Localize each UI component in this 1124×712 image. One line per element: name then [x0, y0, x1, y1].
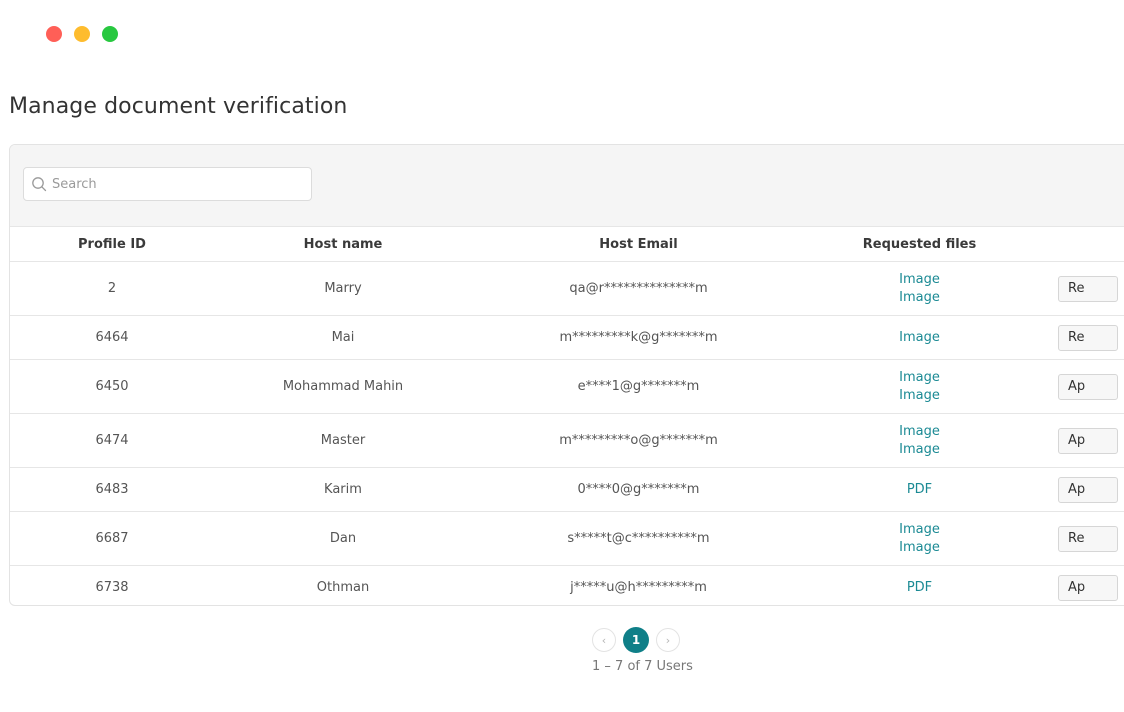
profile-id-cell: 6483	[10, 467, 214, 512]
verification-table: Profile ID Host name Host Email Requeste…	[10, 227, 1124, 606]
action-cell: Ap	[1034, 413, 1124, 468]
profile-id-cell: 6450	[10, 359, 214, 414]
host-name-cell: Othman	[316, 579, 370, 595]
file-link[interactable]: Image	[805, 441, 1034, 459]
window-close-button[interactable]	[46, 26, 62, 42]
file-link[interactable]: Image	[805, 271, 1034, 289]
table-row: 6483 Karim 0****0@g*******m PDF Ap	[10, 467, 1124, 512]
file-link[interactable]: Image	[805, 423, 1034, 441]
page-title: Manage document verification	[9, 94, 348, 119]
column-header-requested-files[interactable]: Requested files	[805, 227, 1034, 262]
table-row: 6738 Othman j*****u@h*********m PDF Ap	[10, 566, 1124, 606]
action-cell: Re	[1034, 261, 1124, 316]
profile-id-cell: 2	[10, 261, 214, 316]
search-icon	[31, 176, 47, 192]
host-name-cell: Mohammad Mahin	[214, 359, 472, 414]
profile-id-cell: 6474	[10, 413, 214, 468]
approve-button[interactable]: Ap	[1058, 373, 1118, 400]
requested-files-cell: Image Image	[805, 261, 1034, 316]
window-controls	[46, 26, 118, 42]
host-email-cell: m*********o@g*******m	[472, 413, 805, 468]
requested-files-cell: Image Image	[805, 359, 1034, 414]
column-header-profile-id[interactable]: Profile ID	[10, 227, 214, 262]
host-email-cell: 0****0@g*******m	[472, 467, 805, 512]
requested-files-cell: Image Image	[805, 511, 1034, 566]
page-button-current[interactable]: 1	[623, 627, 649, 653]
column-header-action	[1034, 227, 1124, 262]
table-row: 6687 Dan s*****t@c**********m Image Imag…	[10, 511, 1124, 566]
requested-files-cell: Image	[805, 315, 1034, 360]
profile-id-cell: 6738	[95, 579, 129, 595]
requested-files-cell: Image Image	[805, 413, 1034, 468]
approve-button[interactable]: Ap	[1058, 427, 1118, 454]
file-link[interactable]: PDF	[805, 481, 1034, 499]
action-cell: Re	[1034, 511, 1124, 566]
host-email-cell: s*****t@c**********m	[472, 511, 805, 566]
reject-button[interactable]: Re	[1058, 275, 1118, 302]
host-name-cell: Master	[214, 413, 472, 468]
file-link[interactable]: Image	[805, 329, 1034, 347]
host-email-cell: e****1@g*******m	[472, 359, 805, 414]
reject-button[interactable]: Re	[1058, 525, 1118, 552]
host-name-cell: Karim	[214, 467, 472, 512]
file-link[interactable]: Image	[805, 289, 1034, 307]
search-box[interactable]	[23, 167, 312, 201]
profile-id-cell: 6464	[10, 315, 214, 360]
search-input[interactable]	[52, 176, 302, 192]
column-header-host-name[interactable]: Host name	[214, 227, 472, 262]
host-name-cell: Dan	[214, 511, 472, 566]
file-link[interactable]: Image	[805, 521, 1034, 539]
host-email-cell: m*********k@g*******m	[472, 315, 805, 360]
requested-files-cell: PDF	[805, 467, 1034, 512]
approve-button[interactable]: Ap	[1058, 476, 1118, 503]
verification-panel: Profile ID Host name Host Email Requeste…	[9, 144, 1124, 606]
approve-button[interactable]: Ap	[1058, 574, 1118, 601]
file-link[interactable]: Image	[805, 387, 1034, 405]
file-link[interactable]: Image	[805, 369, 1034, 387]
pagination-summary: 1 – 7 of 7 Users	[592, 659, 693, 674]
table-row: 2 Marry qa@r**************m Image Image …	[10, 261, 1124, 316]
table-header-row: Profile ID Host name Host Email Requeste…	[10, 227, 1124, 262]
host-email-cell: j*****u@h*********m	[570, 579, 707, 595]
action-cell: Ap	[1034, 467, 1124, 512]
action-cell: Ap	[1034, 566, 1124, 606]
chevron-left-icon[interactable]: ‹	[592, 628, 616, 652]
action-cell: Re	[1034, 315, 1124, 360]
file-link[interactable]: Image	[805, 539, 1034, 557]
table-toolbar	[10, 145, 1124, 227]
column-header-host-email[interactable]: Host Email	[472, 227, 805, 262]
file-link[interactable]: PDF	[805, 579, 1034, 597]
window-minimize-button[interactable]	[74, 26, 90, 42]
pagination: ‹ 1 ›	[592, 627, 680, 653]
requested-files-cell: PDF	[805, 566, 1034, 606]
action-cell: Ap	[1034, 359, 1124, 414]
table-row: 6464 Mai m*********k@g*******m Image Re	[10, 315, 1124, 360]
reject-button[interactable]: Re	[1058, 324, 1118, 351]
profile-id-cell: 6687	[10, 511, 214, 566]
host-name-cell: Marry	[214, 261, 472, 316]
chevron-right-icon[interactable]: ›	[656, 628, 680, 652]
window-maximize-button[interactable]	[102, 26, 118, 42]
table-row: 6474 Master m*********o@g*******m Image …	[10, 413, 1124, 468]
table-body: 2 Marry qa@r**************m Image Image …	[10, 261, 1124, 606]
host-email-cell: qa@r**************m	[472, 261, 805, 316]
host-name-cell: Mai	[214, 315, 472, 360]
table-row: 6450 Mohammad Mahin e****1@g*******m Ima…	[10, 359, 1124, 414]
